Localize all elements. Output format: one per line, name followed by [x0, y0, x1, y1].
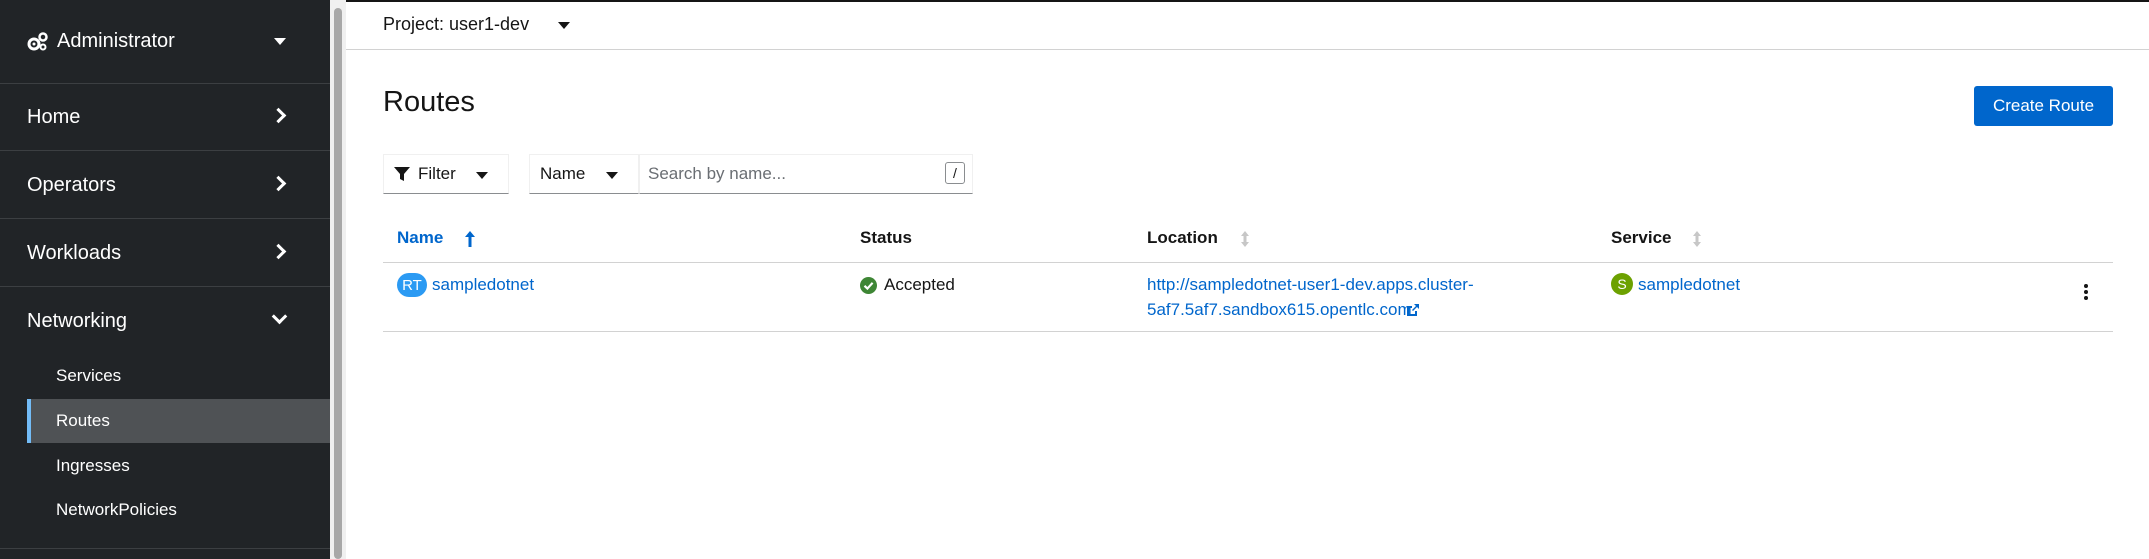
sort-ascending-icon[interactable]	[464, 230, 476, 248]
caret-down-icon[interactable]	[558, 22, 570, 29]
service-badge: S	[1611, 273, 1633, 295]
route-name-link[interactable]: sampledotnet	[432, 275, 534, 295]
caret-down-icon	[606, 172, 618, 179]
table-row-divider	[383, 331, 2113, 332]
nav-group-workloads[interactable]: Workloads	[0, 220, 330, 287]
sidebar-item-ingresses[interactable]: Ingresses	[27, 444, 330, 488]
cogs-icon	[27, 31, 48, 50]
project-bar	[346, 0, 2149, 50]
column-header-location[interactable]: Location	[1147, 228, 1218, 248]
caret-down-icon	[274, 38, 286, 45]
sort-icon[interactable]	[1691, 230, 1703, 248]
sidebar-item-routes[interactable]: Routes	[27, 399, 330, 443]
table-header-divider	[383, 262, 2113, 263]
route-badge: RT	[397, 273, 427, 297]
page-title: Routes	[383, 86, 475, 118]
sort-icon[interactable]	[1239, 230, 1251, 248]
chevron-right-icon	[270, 107, 287, 124]
external-link-icon[interactable]	[1406, 303, 1420, 317]
column-header-status: Status	[860, 228, 912, 247]
sidebar: Administrator Home Operators Workloads N…	[0, 0, 330, 559]
filter-label: Filter	[418, 164, 456, 183]
keyboard-shortcut-hint: /	[945, 162, 965, 184]
create-route-button[interactable]: Create Route	[1974, 86, 2113, 126]
chevron-right-icon	[270, 175, 287, 192]
route-status: Accepted	[884, 275, 955, 294]
column-header-name[interactable]: Name	[397, 228, 443, 248]
scrollbar-thumb[interactable]	[334, 8, 342, 559]
divider	[0, 548, 330, 549]
nav-group-label: Operators	[27, 173, 116, 196]
nav-group-home[interactable]: Home	[0, 84, 330, 151]
nav-group-operators[interactable]: Operators	[0, 152, 330, 219]
sidebar-item-networkpolicies[interactable]: NetworkPolicies	[27, 488, 330, 532]
filter-type-label: Name	[540, 164, 586, 183]
perspective-switcher[interactable]: Administrator	[0, 0, 330, 84]
nav-group-label: Home	[27, 105, 81, 128]
check-circle-icon	[860, 277, 877, 294]
chevron-right-icon	[270, 243, 287, 260]
project-selector[interactable]: Project: user1-dev	[383, 14, 529, 35]
search-input[interactable]	[639, 154, 973, 194]
filter-icon	[394, 167, 410, 181]
perspective-label: Administrator	[57, 30, 175, 52]
service-link[interactable]: sampledotnet	[1638, 275, 1740, 295]
filter-dropdown[interactable]: Filter	[383, 154, 509, 194]
kebab-menu-icon[interactable]	[2080, 280, 2092, 304]
caret-down-icon	[476, 172, 488, 179]
filter-type-select[interactable]: Name	[529, 154, 639, 194]
sidebar-item-services[interactable]: Services	[27, 354, 330, 398]
chevron-down-icon	[271, 308, 288, 325]
nav-group-label: Workloads	[27, 241, 122, 264]
column-header-service[interactable]: Service	[1611, 228, 1672, 248]
nav-group-networking[interactable]: Networking	[0, 288, 330, 355]
route-location-link-line1[interactable]: http://sampledotnet-user1-dev.apps.clust…	[1147, 275, 1474, 295]
nav-group-label: Networking	[27, 310, 128, 332]
route-location-link-line2[interactable]: 5af7.5af7.sandbox615.opentlc.com	[1147, 300, 1412, 320]
